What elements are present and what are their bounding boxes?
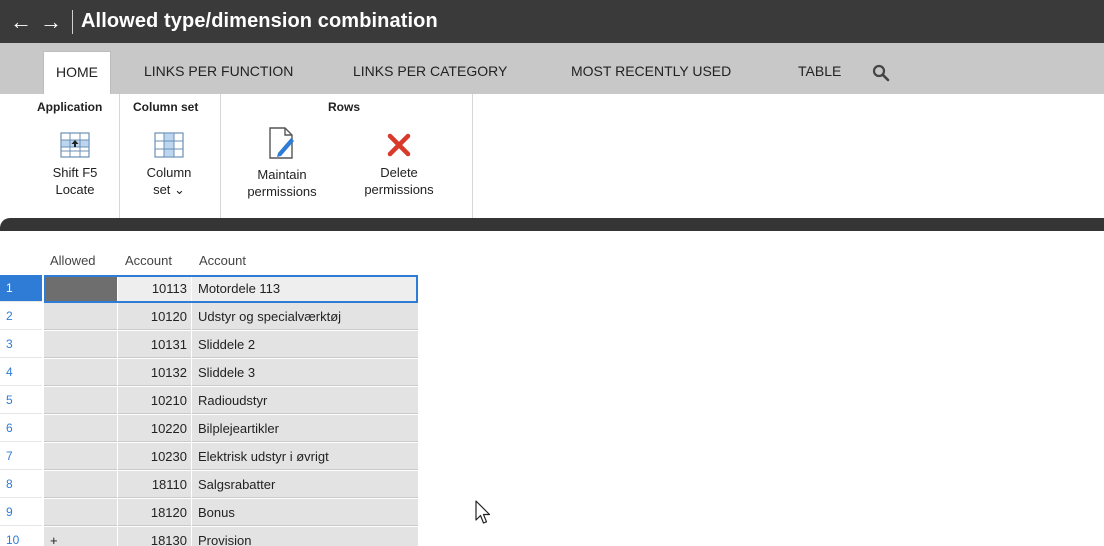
- row-number[interactable]: 1: [0, 275, 42, 302]
- table-row[interactable]: 5 10210 Radioudstyr: [0, 387, 418, 415]
- row-number[interactable]: 3: [0, 331, 42, 358]
- row-number[interactable]: 2: [0, 303, 42, 330]
- tab-table[interactable]: TABLE: [798, 51, 841, 94]
- row-number[interactable]: 6: [0, 415, 42, 442]
- table-row[interactable]: 8 18110 Salgsrabatter: [0, 471, 418, 499]
- account-name-cell[interactable]: Udstyr og specialværktøj: [192, 303, 418, 330]
- allowed-cell[interactable]: [44, 387, 117, 414]
- account-name-cell[interactable]: Salgsrabatter: [192, 471, 418, 498]
- tab-home[interactable]: HOME: [43, 51, 111, 94]
- column-header-account[interactable]: Account: [125, 247, 172, 275]
- account-cell[interactable]: 10210: [118, 387, 191, 414]
- allowed-cell[interactable]: [44, 275, 117, 302]
- account-cell[interactable]: 10230: [118, 443, 191, 470]
- allowed-cell[interactable]: [44, 303, 117, 330]
- group-label-application: Application: [37, 100, 103, 114]
- account-name-cell[interactable]: Sliddele 2: [192, 331, 418, 358]
- maintain-permissions-label: permissions: [247, 184, 317, 199]
- account-name-cell[interactable]: Provision: [192, 527, 418, 546]
- table-row[interactable]: 9 18120 Bonus: [0, 499, 418, 527]
- table-row[interactable]: 4 10132 Sliddele 3: [0, 359, 418, 387]
- tab-links-per-function[interactable]: LINKS PER FUNCTION: [144, 51, 293, 94]
- forward-arrow-icon[interactable]: →: [36, 10, 66, 33]
- account-cell[interactable]: 10120: [118, 303, 191, 330]
- row-number[interactable]: 5: [0, 387, 42, 414]
- row-number[interactable]: 8: [0, 471, 42, 498]
- table-row[interactable]: 3 10131 Sliddele 2: [0, 331, 418, 359]
- account-cell[interactable]: 10113: [118, 275, 191, 302]
- set-dropdown-label: set ⌄: [153, 182, 185, 197]
- column-label: Column: [146, 165, 192, 180]
- title-bar: ← → Allowed type/dimension combination: [0, 0, 1104, 43]
- column-set-button[interactable]: Column set ⌄: [138, 132, 200, 198]
- column-set-icon: [154, 132, 184, 158]
- back-arrow-icon[interactable]: ←: [6, 10, 36, 33]
- row-number[interactable]: 4: [0, 359, 42, 386]
- tab-links-per-category[interactable]: LINKS PER CATEGORY: [353, 51, 507, 94]
- group-label-rows: Rows: [328, 100, 361, 114]
- window-title: Allowed type/dimension combination: [81, 10, 438, 32]
- allowed-cell[interactable]: [44, 359, 117, 386]
- table-row[interactable]: 2 10120 Udstyr og specialværktøj: [0, 303, 418, 331]
- locate-label: Locate: [55, 182, 95, 197]
- allowed-cell[interactable]: [44, 499, 117, 526]
- account-cell[interactable]: 10132: [118, 359, 191, 386]
- allowed-cell[interactable]: [44, 471, 117, 498]
- account-cell[interactable]: 10220: [118, 415, 191, 442]
- ribbon-tab-strip: HOME LINKS PER FUNCTION LINKS PER CATEGO…: [0, 43, 1104, 94]
- delete-permissions-label: permissions: [364, 182, 434, 197]
- allowed-cell[interactable]: +: [44, 527, 117, 546]
- column-header-allowed[interactable]: Allowed: [50, 247, 96, 275]
- account-name-cell[interactable]: Radioudstyr: [192, 387, 418, 414]
- search-icon[interactable]: [872, 64, 890, 82]
- account-cell[interactable]: 10131: [118, 331, 191, 358]
- column-header-account-name[interactable]: Account name: [199, 247, 246, 296]
- group-label-column-set: Column set: [133, 100, 199, 114]
- delete-permissions-button[interactable]: Delete permissions: [351, 132, 447, 198]
- ribbon-panel: Application Shift F5 Locate Column set C…: [0, 94, 1104, 225]
- row-number[interactable]: 10: [0, 527, 42, 546]
- title-separator: [72, 9, 73, 34]
- account-cell[interactable]: 18110: [118, 471, 191, 498]
- ribbon-bottom-bar: [0, 218, 1104, 231]
- ribbon-group-application: Application Shift F5 Locate: [0, 94, 120, 218]
- ribbon-group-column-set: Column set Column set ⌄: [121, 94, 221, 218]
- account-name-cell[interactable]: Elektrisk udstyr i øvrigt: [192, 443, 418, 470]
- table-row[interactable]: 1 10113 Motordele 113: [0, 275, 418, 303]
- shift-f5-locate-icon: [60, 132, 90, 158]
- table-row[interactable]: 7 10230 Elektrisk udstyr i øvrigt: [0, 443, 418, 471]
- table-row[interactable]: 10 + 18130 Provision: [0, 527, 418, 546]
- row-number[interactable]: 7: [0, 443, 42, 470]
- allowed-cell[interactable]: [44, 443, 117, 470]
- edit-document-icon: [269, 127, 294, 159]
- maintain-label: Maintain: [257, 167, 307, 182]
- account-cell[interactable]: 18130: [118, 527, 191, 546]
- ribbon-group-rows: Rows Maintain permissions Delete permiss…: [222, 94, 473, 218]
- account-name-cell[interactable]: Bonus: [192, 499, 418, 526]
- shift-f5-label: Shift F5: [52, 165, 98, 180]
- account-cell[interactable]: 18120: [118, 499, 191, 526]
- maintain-permissions-button[interactable]: Maintain permissions: [236, 126, 328, 200]
- allowed-cell[interactable]: [44, 415, 117, 442]
- account-name-cell[interactable]: Sliddele 3: [192, 359, 418, 386]
- mouse-pointer-icon: [475, 500, 491, 524]
- tab-most-recently-used[interactable]: MOST RECENTLY USED: [571, 51, 731, 94]
- delete-x-icon: [387, 133, 411, 157]
- allowed-cell[interactable]: [44, 331, 117, 358]
- shift-f5-locate-button[interactable]: Shift F5 Locate: [44, 132, 106, 198]
- delete-label: Delete: [380, 165, 418, 180]
- table-row[interactable]: 6 10220 Bilplejeartikler: [0, 415, 418, 443]
- account-name-cell[interactable]: Motordele 113: [192, 275, 418, 302]
- account-name-cell[interactable]: Bilplejeartikler: [192, 415, 418, 442]
- row-number[interactable]: 9: [0, 499, 42, 526]
